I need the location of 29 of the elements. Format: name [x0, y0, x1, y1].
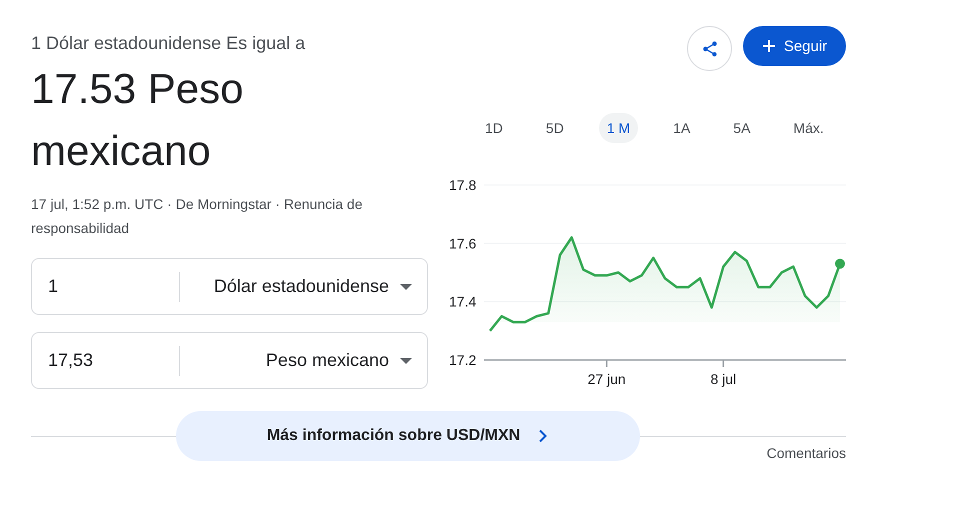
caret-icon: [399, 356, 413, 364]
axis-label: 27 jun: [588, 371, 626, 387]
share-button[interactable]: [687, 26, 732, 71]
range-tab[interactable]: 5D: [538, 113, 572, 143]
follow-button[interactable]: Seguir: [743, 26, 846, 66]
range-tab[interactable]: Máx.: [785, 113, 832, 143]
range-tab[interactable]: 1 M: [598, 113, 638, 143]
axis-label: 17.4: [449, 294, 476, 310]
range-tab[interactable]: 5A: [725, 113, 758, 143]
currency-dropdown[interactable]: Dólar estadounidense: [180, 259, 427, 314]
last-point-dot: [835, 258, 845, 269]
share-icon: [700, 40, 718, 58]
axis-label: 17.8: [449, 177, 476, 193]
axis-label: 8 jul: [710, 371, 736, 387]
feedback-link[interactable]: Comentarios: [766, 445, 846, 461]
chevron-icon: [538, 429, 548, 443]
amount-field[interactable]: 1: [32, 276, 163, 297]
plus-icon: [762, 39, 776, 53]
subtitle: 1 Dólar estadounidense Es igual a: [31, 32, 306, 55]
axis-label: 17.6: [449, 235, 476, 252]
more-info-button[interactable]: Más información sobre USD/MXN: [176, 411, 640, 461]
source-note: 17 jul, 1:52 p.m. UTC · De Morningstar · Renuncia de responsabilidad: [31, 195, 364, 238]
amount-field[interactable]: 17,53: [32, 350, 163, 371]
axis-label: 17.2: [449, 352, 476, 368]
caret-icon: [399, 282, 413, 290]
range-tab[interactable]: 1A: [665, 113, 698, 143]
result-value: 17.53 Peso mexicano: [31, 64, 245, 176]
range-tab[interactable]: 1D: [477, 113, 511, 143]
currency-dropdown[interactable]: Peso mexicano: [180, 333, 427, 388]
